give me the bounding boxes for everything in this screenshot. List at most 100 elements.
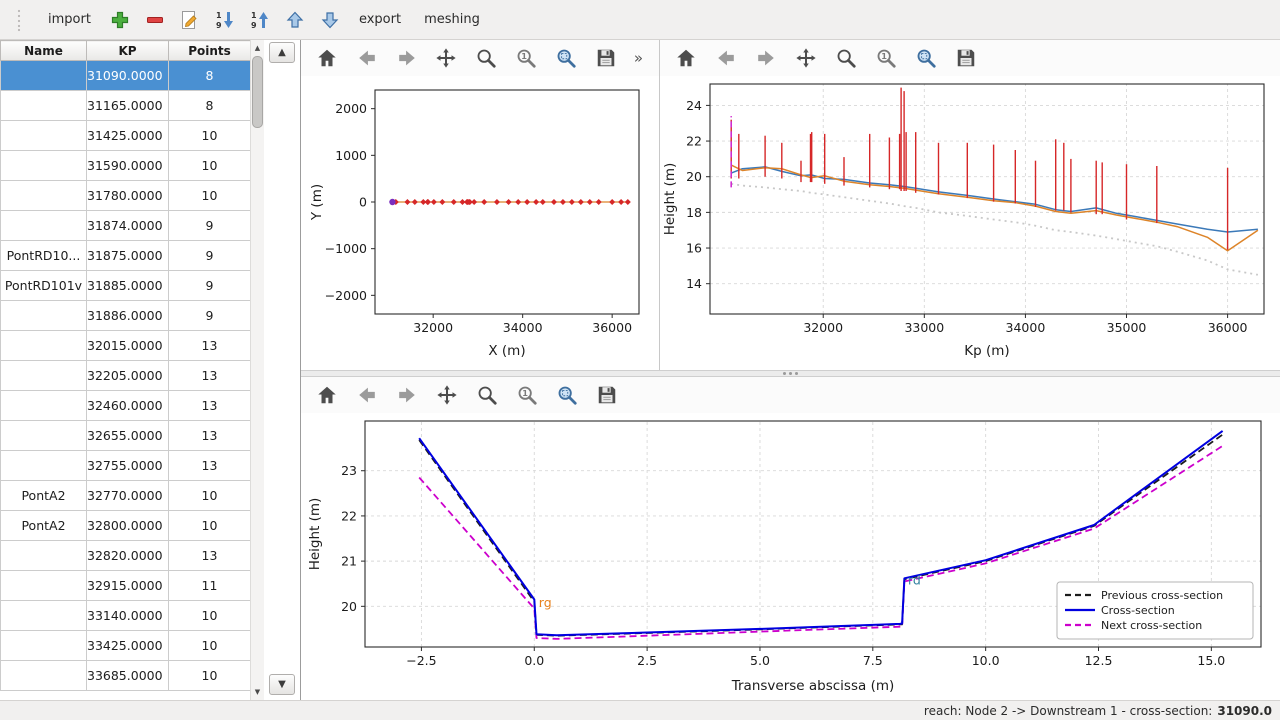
cell-points[interactable]: 13 [169, 331, 251, 361]
cell-points[interactable]: 13 [169, 361, 251, 391]
cell-kp[interactable]: 32915.0000 [87, 571, 169, 601]
cell-name[interactable] [1, 331, 87, 361]
cell-name[interactable] [1, 601, 87, 631]
cell-points[interactable]: 10 [169, 151, 251, 181]
cell-points[interactable]: 10 [169, 181, 251, 211]
scrollbar-down-arrow-icon[interactable]: ▼ [251, 685, 264, 699]
cell-name[interactable] [1, 211, 87, 241]
cell-points[interactable]: 10 [169, 661, 251, 691]
home-icon[interactable] [315, 383, 339, 407]
zoom-icon[interactable] [475, 383, 499, 407]
cell-name[interactable]: PontRD101v [1, 271, 87, 301]
zoom-icon[interactable] [834, 46, 858, 70]
zoom-original-icon[interactable]: 1 [514, 46, 538, 70]
cell-points[interactable]: 10 [169, 121, 251, 151]
cell-kp[interactable]: 32820.0000 [87, 541, 169, 571]
cell-name[interactable] [1, 661, 87, 691]
cell-kp[interactable]: 33140.0000 [87, 601, 169, 631]
table-row[interactable]: 32915.000011 [1, 571, 251, 601]
cell-name[interactable] [1, 541, 87, 571]
grip-icon[interactable] [8, 9, 30, 31]
splitter-handle[interactable] [301, 370, 1280, 377]
cell-kp[interactable]: 32770.0000 [87, 481, 169, 511]
cell-name[interactable] [1, 151, 87, 181]
column-header-kp[interactable]: KP [87, 41, 169, 61]
table-row[interactable]: 32655.000013 [1, 421, 251, 451]
save-icon[interactable] [595, 383, 619, 407]
cell-name[interactable] [1, 361, 87, 391]
table-row[interactable]: 32820.000013 [1, 541, 251, 571]
cell-kp[interactable]: 31425.0000 [87, 121, 169, 151]
zoom-original-icon[interactable]: 1 [515, 383, 539, 407]
table-row[interactable]: 31425.000010 [1, 121, 251, 151]
cell-kp[interactable]: 32015.0000 [87, 331, 169, 361]
table-row[interactable]: 33685.000010 [1, 661, 251, 691]
table-row[interactable]: 32755.000013 [1, 451, 251, 481]
cell-kp[interactable]: 32655.0000 [87, 421, 169, 451]
cell-kp[interactable]: 31165.0000 [87, 91, 169, 121]
cell-points[interactable]: 11 [169, 571, 251, 601]
cell-name[interactable] [1, 571, 87, 601]
cell-points[interactable]: 13 [169, 541, 251, 571]
cell-name[interactable] [1, 181, 87, 211]
table-row[interactable]: 31886.00009 [1, 301, 251, 331]
pan-icon[interactable] [435, 383, 459, 407]
cell-kp[interactable]: 32800.0000 [87, 511, 169, 541]
toolbar-overflow-button[interactable]: » [634, 49, 645, 67]
menu-meshing[interactable]: meshing [419, 9, 485, 30]
cell-name[interactable] [1, 391, 87, 421]
move-down-icon[interactable] [319, 9, 341, 31]
pan-icon[interactable] [435, 46, 459, 70]
cell-points[interactable]: 8 [169, 91, 251, 121]
table-row[interactable]: 31874.00009 [1, 211, 251, 241]
forward-icon[interactable] [395, 46, 419, 70]
cell-name[interactable]: PontRD10... [1, 241, 87, 271]
save-icon[interactable] [594, 46, 618, 70]
table-row[interactable]: PontRD10...31875.00009 [1, 241, 251, 271]
menu-export[interactable]: export [354, 9, 406, 30]
zoom-rect-icon[interactable] [555, 383, 579, 407]
cell-points[interactable]: 13 [169, 451, 251, 481]
remove-icon[interactable] [144, 9, 166, 31]
edit-icon[interactable] [179, 9, 201, 31]
cell-name[interactable] [1, 451, 87, 481]
column-header-name[interactable]: Name [1, 41, 87, 61]
forward-icon[interactable] [395, 383, 419, 407]
cell-points[interactable]: 8 [169, 61, 251, 91]
back-icon[interactable] [355, 46, 379, 70]
scrollbar-up-arrow-icon[interactable]: ▲ [251, 41, 264, 55]
cell-points[interactable]: 10 [169, 601, 251, 631]
row-down-button[interactable]: ▼ [269, 674, 295, 695]
plan-view-chart[interactable]: 320003400036000−2000−1000010002000X (m)Y… [301, 76, 659, 370]
cell-kp[interactable]: 31886.0000 [87, 301, 169, 331]
table-row[interactable]: 31590.000010 [1, 151, 251, 181]
sort-asc-icon[interactable]: 19 [249, 9, 271, 31]
cell-kp[interactable]: 31590.0000 [87, 151, 169, 181]
cell-points[interactable]: 9 [169, 211, 251, 241]
table-scrollbar[interactable]: ▲ ▼ [250, 40, 264, 700]
cell-kp[interactable]: 32755.0000 [87, 451, 169, 481]
table-row[interactable]: 33140.000010 [1, 601, 251, 631]
home-icon[interactable] [674, 46, 698, 70]
cell-kp[interactable]: 33425.0000 [87, 631, 169, 661]
column-header-points[interactable]: Points [169, 41, 251, 61]
cell-kp[interactable]: 31885.0000 [87, 271, 169, 301]
cell-kp[interactable]: 31874.0000 [87, 211, 169, 241]
cell-kp[interactable]: 31090.0000 [87, 61, 169, 91]
table-row[interactable]: 33425.000010 [1, 631, 251, 661]
table-row[interactable]: 31090.00008 [1, 61, 251, 91]
table-row[interactable]: 32460.000013 [1, 391, 251, 421]
forward-icon[interactable] [754, 46, 778, 70]
table-row[interactable]: PontA232800.000010 [1, 511, 251, 541]
cell-name[interactable] [1, 61, 87, 91]
save-icon[interactable] [954, 46, 978, 70]
cell-points[interactable]: 10 [169, 511, 251, 541]
zoom-icon[interactable] [474, 46, 498, 70]
cell-kp[interactable]: 33685.0000 [87, 661, 169, 691]
table-row[interactable]: 31165.00008 [1, 91, 251, 121]
table-row[interactable]: PontRD101v31885.00009 [1, 271, 251, 301]
cell-kp[interactable]: 31780.0000 [87, 181, 169, 211]
table-row[interactable]: 31780.000010 [1, 181, 251, 211]
cell-name[interactable] [1, 121, 87, 151]
table-row[interactable]: 32205.000013 [1, 361, 251, 391]
